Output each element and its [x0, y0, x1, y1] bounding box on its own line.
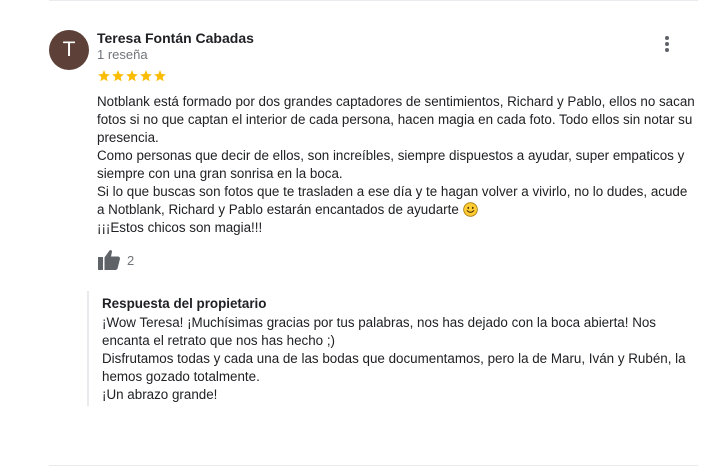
avatar[interactable]: T	[49, 30, 89, 70]
review-paragraph: Notblank está formado por dos grandes ca…	[97, 94, 695, 145]
thumbs-up-icon	[98, 250, 120, 270]
owner-response-paragraph: ¡Un abrazo grande!	[102, 387, 218, 402]
owner-response-text: ¡Wow Teresa! ¡Muchísimas gracias por tus…	[102, 314, 698, 404]
review-paragraph: Como personas que decir de ellos, son in…	[97, 148, 685, 181]
review-text: Notblank está formado por dos grandes ca…	[97, 93, 697, 237]
review-paragraph: ¡¡¡Estos chicos son magia!!!	[97, 220, 263, 235]
like-button[interactable]	[97, 249, 121, 271]
review-paragraph-text: Si lo que buscas son fotos que te trasla…	[97, 184, 688, 217]
star-icon	[98, 70, 110, 82]
owner-response-title: Respuesta del propietario	[102, 296, 267, 311]
star-icon	[154, 70, 166, 82]
avatar-letter: T	[62, 38, 76, 61]
star-icon	[126, 70, 138, 82]
owner-response-paragraph: Disfrutamos todas y cada una de las boda…	[102, 351, 686, 384]
star-rating	[97, 69, 167, 83]
more-vert-icon	[665, 36, 669, 52]
review-count: 1 reseña	[97, 47, 148, 62]
smiling-face-icon	[462, 202, 478, 217]
reviewer-name[interactable]: Teresa Fontán Cabadas	[97, 30, 254, 46]
owner-response-bar	[87, 291, 89, 406]
more-options-button[interactable]	[656, 33, 678, 55]
like-count: 2	[127, 253, 135, 268]
star-icon	[140, 70, 152, 82]
top-divider	[49, 0, 698, 1]
star-icon	[112, 70, 124, 82]
review-paragraph: Si lo que buscas son fotos que te trasla…	[97, 183, 697, 219]
owner-response-paragraph: ¡Wow Teresa! ¡Muchísimas gracias por tus…	[102, 315, 657, 348]
bottom-divider	[49, 465, 698, 466]
